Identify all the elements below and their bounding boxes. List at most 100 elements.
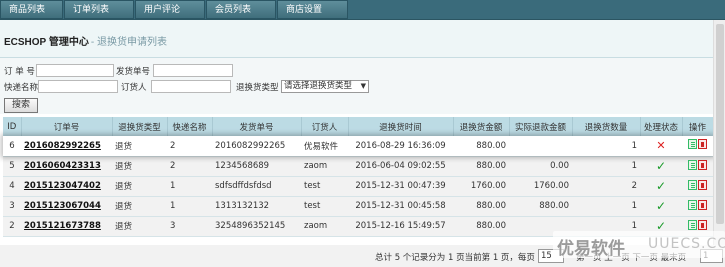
cell-consignee: zaom <box>301 156 348 177</box>
edit-icon[interactable] <box>688 199 697 210</box>
cell-express: 1 <box>167 176 212 197</box>
col-actions: 操作 <box>682 117 714 136</box>
cell-refund: 1760.00 <box>509 176 572 197</box>
scrollbar-thumb[interactable] <box>716 24 724 224</box>
consignee-label: 订货人 <box>121 83 147 93</box>
col-time[interactable]: 退换货时间 <box>348 117 454 136</box>
status-cell: ✕ <box>640 136 682 157</box>
cell-amount: 880.00 <box>453 216 509 237</box>
cell-refund: 0.00 <box>509 156 572 177</box>
col-type[interactable]: 退换货类型 <box>112 117 168 136</box>
express-input[interactable] <box>38 80 118 93</box>
cell-consignee: test <box>301 176 348 197</box>
cell-qty: 1 <box>572 156 640 177</box>
cell-express: 2 <box>167 156 212 177</box>
search-button[interactable]: 搜索 <box>4 98 38 113</box>
col-consignee[interactable]: 订货人 <box>301 117 349 136</box>
returns-table: ID 订单号 退换货类型 快递名称 发货单号 订货人 退换货时间 退换货金额 实… <box>3 117 714 237</box>
cell-amount: 880.00 <box>453 136 509 157</box>
consignee-input[interactable] <box>151 80 231 93</box>
cell-time: 2015-12-31 00:47:39 <box>348 176 453 197</box>
cell-consignee: test <box>301 196 348 217</box>
check-icon: ✓ <box>655 179 667 193</box>
invoice-sn-label: 发货单号 <box>116 67 151 77</box>
actions-cell <box>682 156 713 177</box>
tab-order-list[interactable]: 订单列表 <box>64 0 134 19</box>
cell-type: 退货 <box>112 136 167 157</box>
cell-type: 退货 <box>112 196 167 217</box>
page-header: ECSHOP 管理中心 - 退换货申请列表 <box>0 20 725 58</box>
tab-member-list[interactable]: 会员列表 <box>206 0 276 19</box>
col-qty[interactable]: 退换货数量 <box>572 117 641 136</box>
cell-type: 退货 <box>112 216 167 237</box>
order-sn-input[interactable] <box>36 64 114 77</box>
cell-qty: 2 <box>572 176 640 197</box>
delete-icon[interactable] <box>698 159 707 170</box>
watermark-text-en: UUECS.COM <box>648 236 725 252</box>
tab-goods-list[interactable]: 商品列表 <box>0 0 63 19</box>
cell-express: 2 <box>167 136 212 157</box>
check-icon: ✓ <box>655 199 667 213</box>
rejected-icon: ✕ <box>656 139 666 153</box>
col-amount[interactable]: 退换货金额 <box>453 117 510 136</box>
table-row: 4 2015123047402 退货 1 sdfsdffdsfdsd test … <box>3 176 713 197</box>
col-express[interactable]: 快递名称 <box>167 117 213 136</box>
status-cell: ✓ <box>640 196 682 217</box>
cell-type: 退货 <box>112 176 167 197</box>
edit-icon[interactable] <box>688 179 697 190</box>
delete-icon[interactable] <box>698 199 707 210</box>
cell-consignee: zaom <box>301 216 348 237</box>
cell-time: 2015-12-31 00:45:58 <box>348 196 453 217</box>
check-icon: ✓ <box>655 159 667 173</box>
watermark: 优易软件 UUECS.COM <box>553 231 725 259</box>
col-order-sn[interactable]: 订单号 <box>21 117 113 136</box>
order-sn-link[interactable]: 2015123047402 <box>21 176 112 197</box>
edit-icon[interactable] <box>688 139 697 150</box>
cell-qty: 1 <box>572 196 640 217</box>
tab-shop-settings[interactable]: 商店设置 <box>277 0 348 19</box>
order-sn-link[interactable]: 2015123067044 <box>21 196 112 217</box>
col-id[interactable]: ID <box>3 117 22 136</box>
cell-express: 3 <box>167 216 212 237</box>
cell-refund: 880.00 <box>509 196 572 217</box>
actions-cell <box>682 136 713 157</box>
top-nav: 商品列表 订单列表 用户评论 会员列表 商店设置 <box>0 0 725 20</box>
express-label: 快递名称 <box>4 83 39 93</box>
status-cell: ✓ <box>640 176 682 197</box>
cell-amount: 880.00 <box>453 156 509 177</box>
table-row: 5 2016060423313 退货 2 1234568689 zaom 201… <box>3 156 713 177</box>
cell-invoice: 1313132132 <box>212 196 301 217</box>
delete-icon[interactable] <box>698 219 707 230</box>
order-sn-link[interactable]: 2016082992265 <box>21 136 112 157</box>
col-invoice[interactable]: 发货单号 <box>212 117 302 136</box>
page-title: ECSHOP 管理中心 - 退换货申请列表 <box>4 33 167 48</box>
edit-icon[interactable] <box>688 159 697 170</box>
order-sn-label: 订 单 号 <box>4 67 35 77</box>
order-sn-link[interactable]: 2016060423313 <box>21 156 112 177</box>
invoice-sn-input[interactable] <box>153 64 233 77</box>
cell-express: 1 <box>167 196 212 217</box>
cell-amount: 1760.00 <box>453 176 509 197</box>
status-cell: ✓ <box>640 156 682 177</box>
type-select[interactable]: 请选择退换货类型 ▼ <box>281 80 369 93</box>
table-row: 6 2016082992265 退货 2 2016082992265 优易软件 … <box>3 136 713 157</box>
vertical-scrollbar[interactable] <box>713 20 725 245</box>
cell-invoice: 3254896352145 <box>212 216 301 237</box>
cell-consignee: 优易软件 <box>301 136 348 157</box>
cell-invoice: sdfsdffdsfdsd <box>212 176 301 197</box>
cell-refund <box>509 136 572 157</box>
delete-icon[interactable] <box>698 179 707 190</box>
order-sn-link[interactable]: 2015121673788 <box>21 216 112 237</box>
cell-time: 2016-08-29 16:36:09 <box>348 136 453 157</box>
cell-id: 6 <box>3 136 21 157</box>
tab-user-comments[interactable]: 用户评论 <box>135 0 205 19</box>
cell-id: 3 <box>3 196 21 217</box>
cell-invoice: 2016082992265 <box>212 136 301 157</box>
page-subtitle: - 退换货申请列表 <box>90 37 167 48</box>
pagination-info: 总计 5 个记录分为 1 页当前第 1 页，每页 <box>375 253 535 263</box>
delete-icon[interactable] <box>698 139 707 150</box>
chevron-down-icon: ▼ <box>360 82 366 90</box>
edit-icon[interactable] <box>688 219 697 230</box>
col-refund[interactable]: 实际退款金额 <box>509 117 573 136</box>
col-status[interactable]: 处理状态 <box>640 117 683 136</box>
